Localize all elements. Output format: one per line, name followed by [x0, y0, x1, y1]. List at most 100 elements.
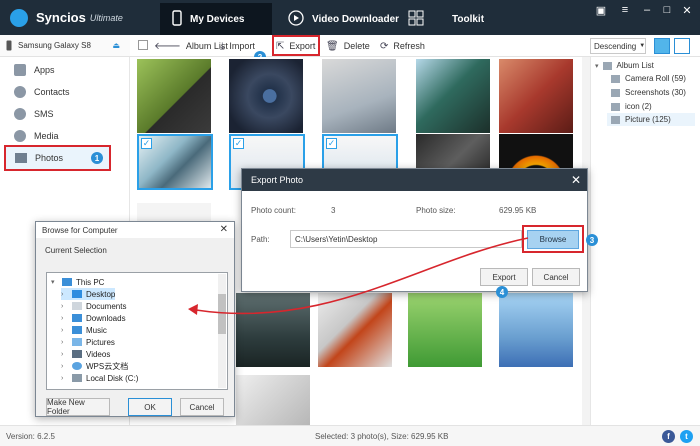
tree-item-music[interactable]: › Music	[61, 324, 107, 336]
album-list-button[interactable]: 🡐 Album List	[154, 39, 228, 53]
select-all-checkbox[interactable]	[138, 40, 148, 50]
menu-list-icon[interactable]: ≡	[618, 4, 632, 16]
sidebar-item-photos[interactable]: Photos 1	[4, 145, 111, 171]
export-button[interactable]: ⇱ Export	[276, 39, 315, 53]
tab-toolkit[interactable]: Toolkit	[408, 3, 508, 35]
tree-item-desktop[interactable]: › Desktop	[61, 288, 116, 300]
photo-thumbnail[interactable]	[499, 59, 573, 133]
tree-item-label: Music	[86, 325, 107, 335]
photos-icon	[15, 153, 27, 163]
photo-thumbnail[interactable]	[499, 293, 573, 367]
expand-arrow-icon: ›	[61, 302, 64, 310]
device-selector[interactable]: Samsung Galaxy S8 ⏏	[0, 35, 130, 57]
facebook-icon[interactable]: f	[662, 430, 675, 443]
browse-highlight: Browse	[522, 225, 584, 253]
tree-item-label: Desktop	[86, 289, 116, 299]
expand-arrow-icon: ›	[61, 350, 64, 358]
collapse-arrow-icon: ▾	[595, 62, 599, 70]
checkmark-icon[interactable]: ✓	[233, 138, 244, 149]
phone-icon	[172, 9, 182, 29]
checkmark-icon[interactable]: ✓	[326, 138, 337, 149]
tree-item-downloads[interactable]: › Downloads	[61, 312, 126, 324]
path-value: C:\Users\Yetin\Desktop	[295, 234, 378, 244]
sidebar-item-apps[interactable]: Apps	[14, 60, 55, 80]
export-cancel-button[interactable]: Cancel	[532, 268, 580, 286]
make-new-folder-button[interactable]: Make New Folder	[46, 398, 110, 416]
sidebar-item-sms[interactable]: SMS	[14, 104, 54, 124]
expand-arrow-icon: ›	[61, 338, 64, 346]
photo-thumbnail[interactable]	[137, 59, 211, 133]
toolkit-grid-icon	[408, 10, 424, 29]
export-dialog-close-icon[interactable]: ✕	[571, 173, 581, 187]
tree-item-label: WPS云文档	[86, 361, 129, 371]
album-item-camera-roll[interactable]: Camera Roll (59)	[611, 72, 686, 85]
browse-button[interactable]: Browse	[527, 230, 579, 249]
version-text: Version: 6.2.5	[6, 432, 55, 441]
menu-icon[interactable]: ▣	[594, 4, 608, 17]
folder-icon	[72, 314, 82, 322]
trash-icon: 🗑	[326, 40, 339, 52]
step-3-badge: 3	[586, 234, 598, 246]
sidebar-item-media[interactable]: Media	[14, 126, 59, 146]
refresh-icon: ⟳	[380, 40, 389, 52]
photo-thumbnail[interactable]	[318, 293, 392, 367]
checkmark-icon[interactable]: ✓	[141, 138, 152, 149]
twitter-icon[interactable]: t	[680, 430, 693, 443]
browse-dialog-close-icon[interactable]: ✕	[220, 224, 228, 235]
tree-item-documents[interactable]: › Documents	[61, 300, 126, 312]
tree-item-label: Pictures	[86, 337, 115, 347]
chevron-down-icon: ▼	[639, 43, 646, 49]
eject-icon[interactable]: ⏏	[112, 41, 120, 50]
photo-thumbnail[interactable]	[229, 59, 303, 133]
device-phone-icon	[6, 40, 12, 51]
app-edition: Ultimate	[89, 12, 123, 23]
album-icon	[611, 115, 620, 124]
album-item-screenshots[interactable]: Screenshots (30)	[611, 86, 686, 99]
tree-scrollbar[interactable]	[218, 274, 226, 388]
expand-arrow-icon: ›	[61, 326, 64, 334]
tree-item-this-pc[interactable]: ▾ This PC	[51, 276, 104, 288]
album-icon	[611, 88, 620, 97]
maximize-icon[interactable]: □	[660, 4, 674, 16]
tab-video-downloader[interactable]: Video Downloader	[288, 3, 400, 35]
album-item-picture[interactable]: Picture (125)	[607, 113, 695, 126]
tree-item-label: Documents	[86, 301, 127, 311]
sidebar-item-contacts[interactable]: Contacts	[14, 82, 70, 102]
tree-item-pictures[interactable]: › Pictures	[61, 336, 115, 348]
refresh-button[interactable]: ⟳ Refresh	[380, 39, 425, 53]
export-confirm-button[interactable]: Export	[480, 268, 528, 286]
photo-thumbnail[interactable]	[236, 375, 310, 425]
list-view-icon[interactable]	[674, 38, 690, 54]
contacts-icon	[14, 86, 26, 98]
tab-my-devices[interactable]: My Devices	[160, 3, 272, 35]
current-selection-label: Current Selection	[45, 246, 107, 255]
album-item-label: Picture (125)	[625, 115, 671, 124]
close-icon[interactable]: ✕	[680, 4, 694, 17]
photo-thumbnail-selected[interactable]: ✓	[137, 134, 213, 190]
delete-button[interactable]: 🗑 Delete	[326, 39, 370, 53]
photo-thumbnail[interactable]	[322, 59, 396, 133]
photo-thumbnail[interactable]	[416, 59, 490, 133]
browse-label: Browse	[539, 235, 567, 244]
album-list-root[interactable]: ▾ Album List	[595, 59, 654, 72]
sort-select[interactable]: Descending ▼	[590, 38, 646, 54]
tree-item-wps-cloud[interactable]: › WPS云文档	[61, 360, 128, 372]
photo-thumbnail[interactable]	[236, 293, 310, 367]
browse-for-computer-dialog: Browse for Computer ✕ Current Selection …	[35, 221, 235, 417]
media-icon	[14, 130, 26, 142]
import-button[interactable]: ⤓ Import	[220, 39, 255, 53]
tree-item-local-disk[interactable]: › Local Disk (C:)	[61, 372, 138, 384]
ok-button[interactable]: OK	[128, 398, 172, 416]
tree-scroll-thumb[interactable]	[218, 294, 226, 334]
make-new-folder-label: Make New Folder	[47, 398, 85, 416]
play-icon	[288, 9, 304, 29]
browse-cancel-button[interactable]: Cancel	[180, 398, 224, 416]
grid-view-icon[interactable]	[654, 38, 670, 54]
minimize-icon[interactable]: –	[640, 4, 654, 16]
photo-thumbnail[interactable]	[408, 293, 482, 367]
browse-cancel-label: Cancel	[189, 402, 215, 412]
album-item-icon[interactable]: icon (2)	[611, 100, 652, 113]
album-item-label: Screenshots (30)	[625, 88, 686, 97]
tree-item-videos[interactable]: › Videos	[61, 348, 110, 360]
path-input[interactable]: C:\Users\Yetin\Desktop	[290, 230, 522, 248]
